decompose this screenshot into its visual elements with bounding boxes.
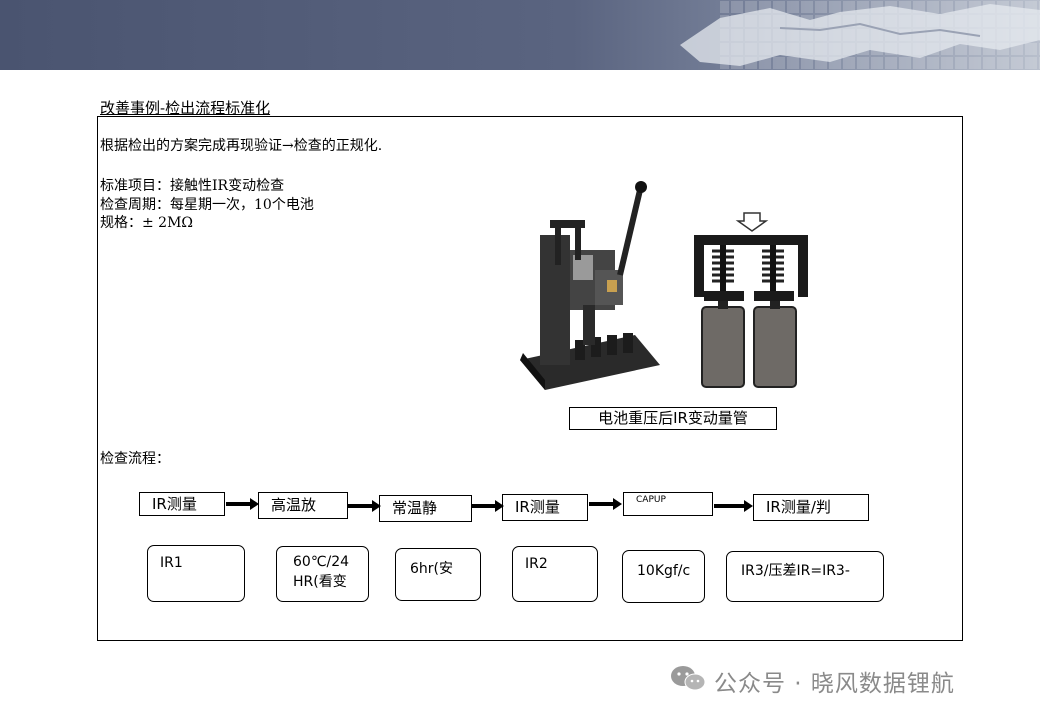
standard-item-text: 标准项目：接触性IR变动检查 <box>100 178 285 194</box>
condition-box-4: IR2 <box>512 546 598 602</box>
flow-arrow-icon <box>471 500 504 512</box>
flow-step-5: CAPUP <box>623 492 713 516</box>
condition-box-5: 10Kgf/c <box>622 550 705 603</box>
slide-title: 改善事例-检出流程标准化 <box>100 99 271 117</box>
world-map-graphic <box>680 0 1040 70</box>
image-caption: 电池重压后IR变动量管 <box>569 407 777 430</box>
header-banner <box>0 0 1040 70</box>
flow-arrow-icon <box>714 500 753 512</box>
flow-arrow-icon <box>348 500 381 512</box>
flow-step-1: IR测量 <box>139 492 225 516</box>
press-machine-illustration <box>520 181 660 390</box>
flow-arrow-icon <box>226 498 259 510</box>
wechat-icon <box>671 666 706 691</box>
flow-arrow-icon <box>589 498 622 510</box>
condition-box-3: 6hr(安 <box>395 548 481 601</box>
check-period-text: 检查周期：每星期一次，10个电池 <box>100 197 314 213</box>
condition-box-1: IR1 <box>147 545 245 602</box>
flow-step-6: IR测量/判 <box>753 494 869 521</box>
condition-box-6: IR3/压差IR=IR3- <box>726 551 884 602</box>
condition-box-2: 60℃/24 HR(看变 <box>276 546 369 602</box>
flow-step-3: 常温静 <box>379 495 472 522</box>
watermark-text: 公众号 · 晓风数据锂航 <box>714 671 955 697</box>
flow-label: 检查流程： <box>100 451 170 467</box>
flow-step-4: IR测量 <box>502 494 588 521</box>
compression-schematic <box>694 212 808 388</box>
flow-step-2: 高温放 <box>258 492 348 519</box>
intro-text: 根据检出的方案完成再现验证→检查的正规化. <box>100 138 383 154</box>
spec-text: 规格：± 2MΩ <box>100 215 194 231</box>
